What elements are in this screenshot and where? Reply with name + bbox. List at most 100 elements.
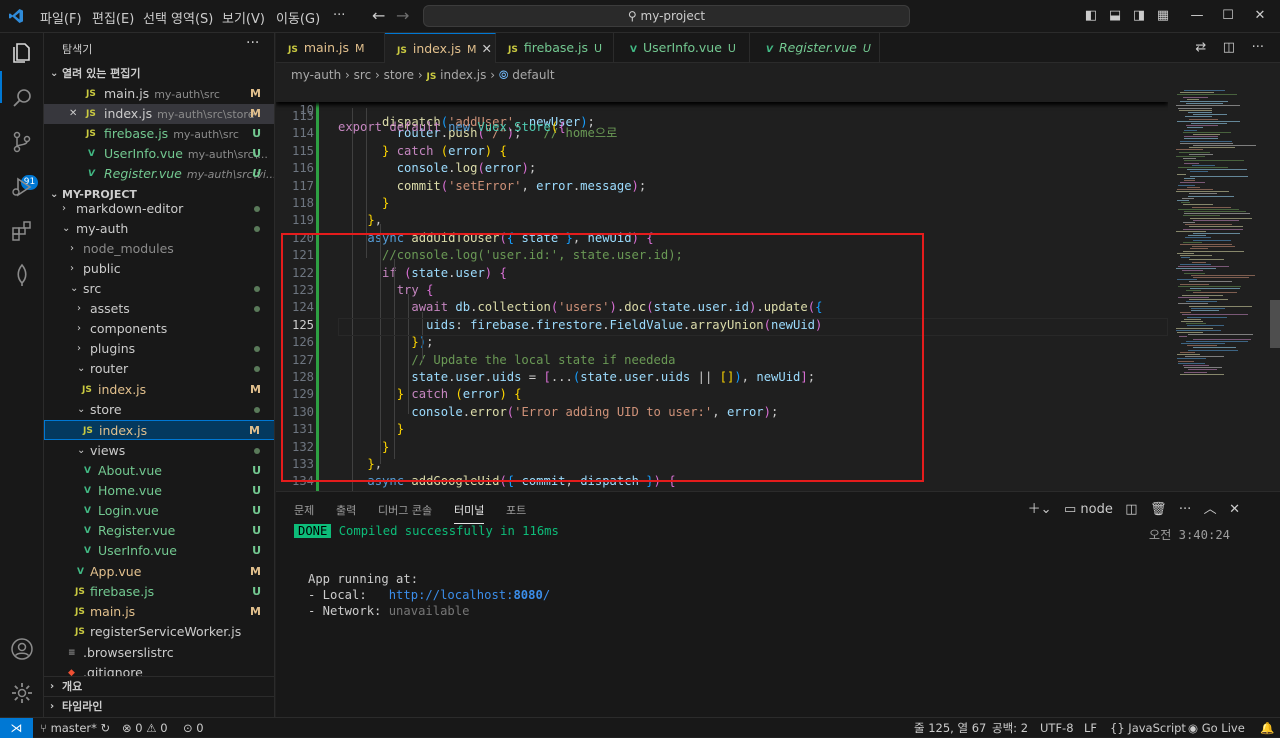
folder-item[interactable]: ⌄ store — [44, 400, 274, 420]
local-url-link[interactable]: http://localhost:8080/ — [389, 588, 550, 602]
close-icon[interactable]: ✕ — [482, 41, 492, 56]
menu-selection[interactable]: 선택 영역(S) — [143, 8, 213, 27]
split-editor-icon[interactable]: ◫ — [1223, 40, 1235, 55]
close-icon[interactable]: ✕ — [69, 104, 77, 124]
trash-icon[interactable]: 🗑 — [1150, 502, 1167, 517]
toggle-panel-icon[interactable]: ⬓ — [1107, 8, 1123, 24]
folder-item[interactable]: › assets — [44, 299, 274, 319]
forward-arrow-icon[interactable]: → — [396, 6, 409, 25]
file-item[interactable]: V About.vue U — [44, 461, 274, 481]
cursor-position[interactable]: 줄 125, 열 67 — [914, 718, 986, 738]
folder-item[interactable]: › markdown-editor — [44, 199, 274, 219]
encoding[interactable]: UTF-8 — [1040, 718, 1074, 738]
terminal-name[interactable]: node — [1080, 502, 1112, 517]
remote-indicator-icon[interactable]: ⋊ — [0, 718, 33, 738]
split-terminal-icon[interactable]: ◫ — [1125, 502, 1137, 517]
code-line[interactable]: 119 }, — [276, 212, 1168, 230]
folder-item[interactable]: ⌄ views — [44, 441, 274, 461]
ports-status[interactable]: ⊙ 0 — [183, 718, 204, 738]
file-item[interactable]: ≡ .browserslistrc — [44, 643, 274, 663]
menu-view[interactable]: 보기(V) — [222, 8, 265, 27]
menu-file[interactable]: 파일(F) — [40, 8, 82, 27]
back-arrow-icon[interactable]: ← — [372, 6, 385, 25]
indentation[interactable]: 공백: 2 — [992, 718, 1028, 738]
open-editors-header[interactable]: ⌄ 열려 있는 편집기 — [44, 64, 274, 84]
open-editor-item[interactable]: V Register.vue my-auth\src\vi... U — [44, 164, 274, 184]
breadcrumb-item[interactable]: store — [384, 68, 414, 82]
tab-debug-console[interactable]: 디버그 콘솔 — [378, 502, 432, 518]
toggle-primary-sidebar-icon[interactable]: ◧ — [1083, 8, 1099, 24]
code-line[interactable]: 118 } — [276, 195, 1168, 213]
code-line[interactable]: 116 console.log(error); — [276, 160, 1168, 178]
customize-layout-icon[interactable]: ▦ — [1155, 8, 1171, 24]
account-icon[interactable] — [10, 637, 34, 661]
maximize-window-icon[interactable]: ☐ — [1220, 8, 1236, 24]
close-icon[interactable]: ✕ — [1229, 502, 1240, 517]
tab-register-vue[interactable]: V Register.vue U — [750, 33, 880, 63]
file-item[interactable]: V Register.vue U — [44, 521, 274, 541]
menu-more[interactable]: ··· — [333, 8, 345, 23]
file-item[interactable]: V Home.vue U — [44, 481, 274, 501]
tab-ports[interactable]: 포트 — [506, 502, 526, 518]
tab-userinfo-vue[interactable]: V UserInfo.vue U — [614, 33, 750, 63]
more-actions-icon[interactable]: ··· — [1252, 40, 1264, 55]
maximize-panel-icon[interactable]: ︿ — [1204, 502, 1217, 517]
settings-gear-icon[interactable] — [10, 681, 34, 705]
folder-item[interactable]: ⌄ src — [44, 279, 274, 299]
scrollbar-thumb[interactable] — [1270, 300, 1280, 348]
minimize-window-icon[interactable]: — — [1189, 8, 1205, 24]
more-actions-icon[interactable]: ··· — [1179, 502, 1191, 517]
breadcrumb-item[interactable]: index.js — [440, 68, 486, 82]
file-item[interactable]: JS firebase.js U — [44, 582, 274, 602]
file-item[interactable]: V UserInfo.vue U — [44, 541, 274, 561]
folder-item[interactable]: ⌄ router — [44, 359, 274, 379]
code-line[interactable]: 115 } catch (error) { — [276, 143, 1168, 161]
folder-item[interactable]: › node_modules — [44, 239, 274, 259]
file-item[interactable]: JS registerServiceWorker.js — [44, 622, 274, 642]
toggle-secondary-sidebar-icon[interactable]: ◨ — [1131, 8, 1147, 24]
folder-item[interactable]: ⌄ my-auth — [44, 219, 274, 239]
open-editor-item[interactable]: JS firebase.js my-auth\src U — [44, 124, 274, 144]
minimap[interactable] — [1168, 86, 1280, 491]
folder-item[interactable]: › components — [44, 319, 274, 339]
branch-status[interactable]: ⑂ master* ↻ — [40, 718, 110, 738]
breadcrumb-item[interactable]: default — [512, 68, 554, 82]
go-live-button[interactable]: ◉ Go Live — [1188, 718, 1245, 738]
tab-main-js[interactable]: JS main.js M — [276, 33, 385, 63]
explorer-icon[interactable] — [10, 41, 34, 65]
folder-item[interactable]: › plugins — [44, 339, 274, 359]
tab-index-js[interactable]: JS index.js M ✕ — [385, 33, 496, 63]
outline-header[interactable]: › 개요 — [44, 676, 274, 696]
notifications-bell-icon[interactable]: 🔔 — [1260, 718, 1274, 738]
file-item-selected[interactable]: JS index.js M — [44, 420, 274, 440]
open-editor-item[interactable]: V UserInfo.vue my-auth\src\... U — [44, 144, 274, 164]
source-control-icon[interactable] — [10, 130, 34, 154]
breadcrumb-item[interactable]: my-auth — [291, 68, 341, 82]
file-item[interactable]: V Login.vue U — [44, 501, 274, 521]
end-of-line[interactable]: LF — [1084, 718, 1097, 738]
tab-terminal[interactable]: 터미널 — [454, 502, 485, 524]
open-editor-item[interactable]: ✕ JS index.js my-auth\src\store M — [44, 104, 274, 124]
problems-status[interactable]: ⊗ 0 ⚠ 0 — [122, 718, 168, 738]
close-window-icon[interactable]: ✕ — [1252, 8, 1268, 24]
tab-firebase-js[interactable]: JS firebase.js U — [496, 33, 614, 63]
tab-problems[interactable]: 문제 — [294, 502, 314, 518]
file-item[interactable]: JS main.js M — [44, 602, 274, 622]
explorer-more-actions[interactable]: ··· — [246, 35, 259, 51]
language-mode[interactable]: {} JavaScript — [1110, 718, 1186, 738]
file-item[interactable]: JS index.js M — [44, 380, 274, 400]
sticky-scroll-line[interactable]: 10 export default new Vuex.Store({ — [276, 84, 1168, 134]
mongodb-leaf-icon[interactable] — [10, 263, 34, 287]
timeline-header[interactable]: › 타임라인 — [44, 696, 274, 716]
new-terminal-icon[interactable]: ＋⌄ — [1028, 502, 1052, 517]
open-editor-item[interactable]: JS main.js my-auth\src M — [44, 84, 274, 104]
menu-go[interactable]: 이동(G) — [276, 8, 320, 27]
file-item[interactable]: V App.vue M — [44, 562, 274, 582]
folder-item[interactable]: › public — [44, 259, 274, 279]
extensions-icon[interactable] — [10, 219, 34, 243]
tab-output[interactable]: 출력 — [336, 502, 356, 518]
command-center-search[interactable]: ⚲ my-project — [423, 5, 910, 27]
compare-changes-icon[interactable]: ⇄ — [1195, 40, 1206, 55]
menu-edit[interactable]: 편집(E) — [92, 8, 134, 27]
code-line[interactable]: 117 commit('setError', error.message); — [276, 178, 1168, 196]
